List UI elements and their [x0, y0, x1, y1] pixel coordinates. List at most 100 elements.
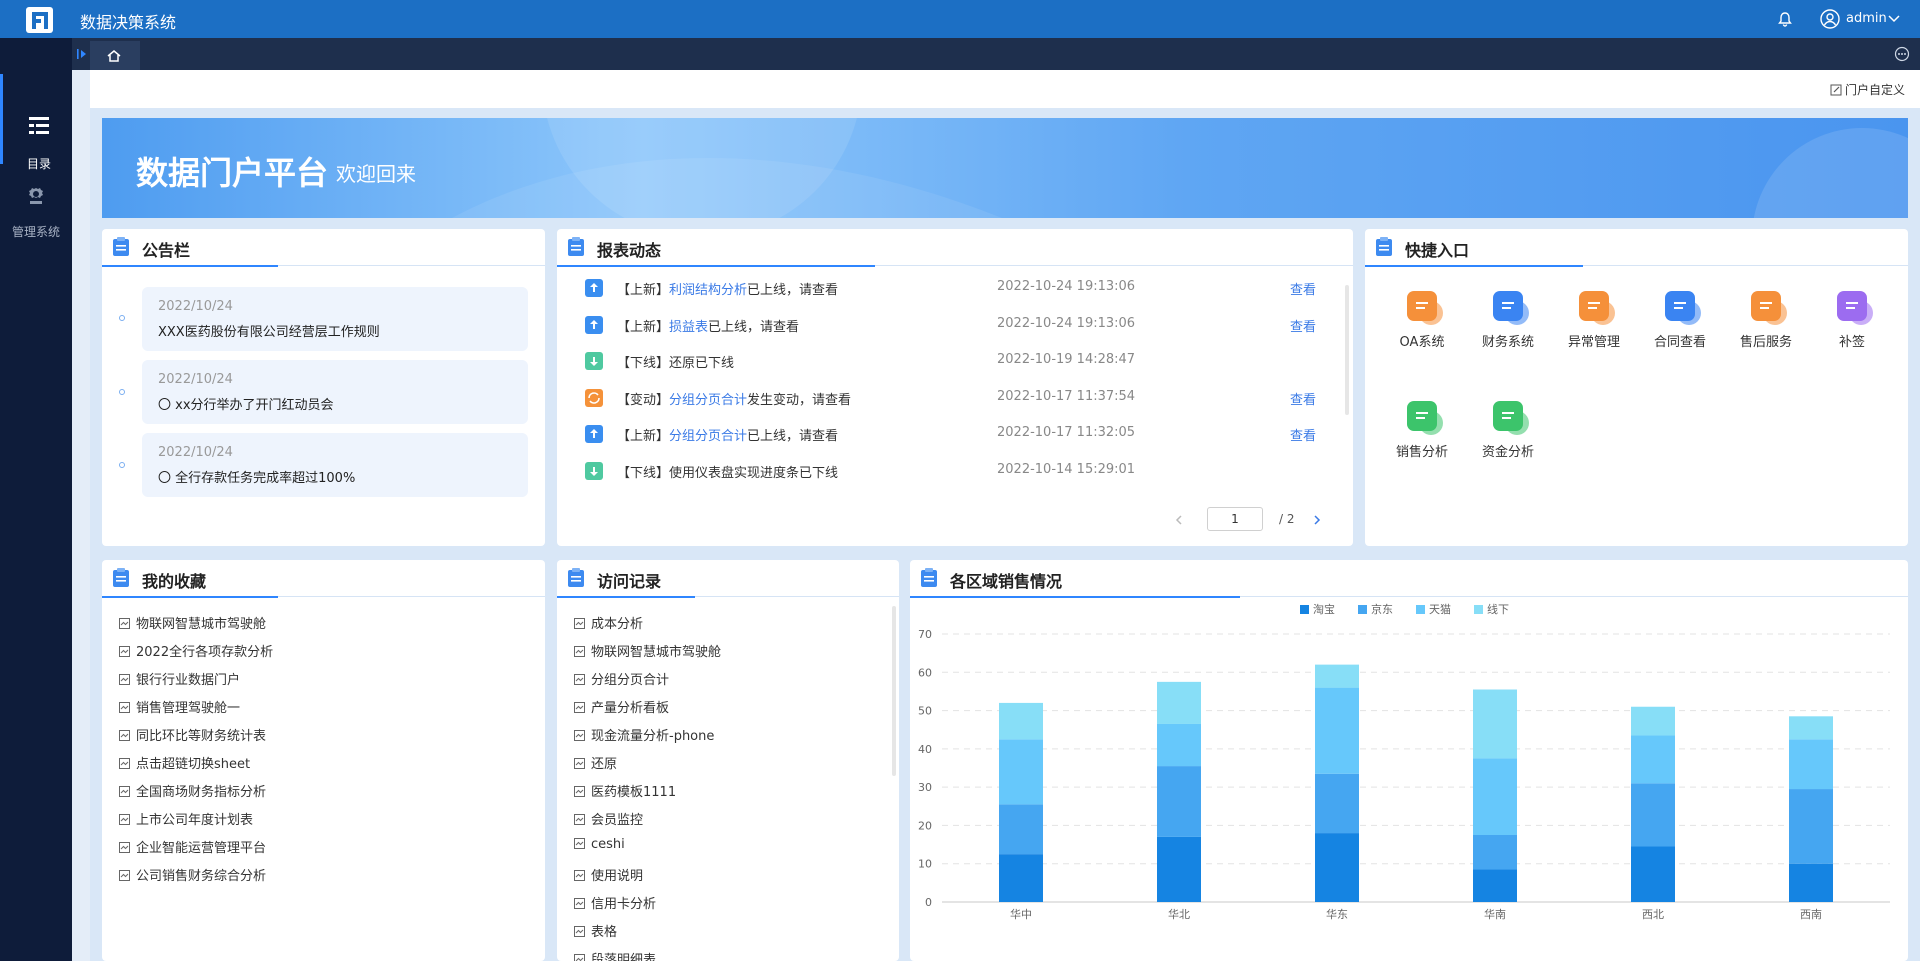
legend-item[interactable]: 天猫 — [1416, 603, 1451, 616]
x-tick-label: 华中 — [1010, 907, 1032, 921]
favorite-item[interactable]: 同比环比等财务统计表 — [119, 725, 266, 745]
visit-item[interactable]: 医药模板1111 — [574, 781, 676, 801]
panel-header: 公告栏 — [102, 229, 545, 267]
bar-segment[interactable] — [1789, 789, 1833, 864]
quick-entry-label: 异常管理 — [1567, 335, 1620, 350]
bar-segment[interactable] — [1789, 739, 1833, 790]
report-link[interactable]: 分组分页合计 — [669, 393, 747, 408]
quick-entry-sales[interactable]: 销售分析 — [1379, 401, 1465, 491]
favorite-item[interactable]: 上市公司年度计划表 — [119, 809, 253, 829]
view-link[interactable]: 查看 — [1290, 389, 1316, 408]
favorite-item[interactable]: 点击超链切换sheet — [119, 753, 250, 773]
bar-segment[interactable] — [1631, 735, 1675, 784]
more-options-icon[interactable] — [1894, 46, 1910, 62]
visit-item[interactable]: 产量分析看板 — [574, 697, 669, 717]
report-link[interactable]: 损益表 — [669, 320, 708, 335]
visit-item[interactable]: 还原 — [574, 753, 617, 773]
visit-item[interactable]: 使用说明 — [574, 865, 643, 885]
y-tick-label: 50 — [918, 705, 932, 718]
bar-segment[interactable] — [1315, 687, 1359, 774]
bar-segment[interactable] — [1631, 783, 1675, 847]
view-link[interactable]: 查看 — [1290, 279, 1316, 298]
report-link[interactable]: 分组分页合计 — [669, 429, 747, 444]
bar-segment[interactable] — [1157, 723, 1201, 767]
bar-segment[interactable] — [999, 702, 1043, 740]
bar-segment[interactable] — [1789, 863, 1833, 902]
panel-title: 快捷入口 — [1405, 241, 1470, 260]
bar-segment[interactable] — [1631, 706, 1675, 736]
legend-swatch — [1300, 605, 1309, 614]
visit-item[interactable]: 成本分析 — [574, 613, 643, 633]
quick-entry-resign[interactable]: 补签 — [1809, 291, 1895, 381]
scrollbar[interactable] — [1345, 285, 1349, 415]
update-tag: 【上新】 — [617, 283, 670, 298]
visit-item[interactable]: 信用卡分析 — [574, 893, 656, 913]
bar-segment[interactable] — [1157, 836, 1201, 902]
favorite-item[interactable]: 企业智能运营管理平台 — [119, 837, 266, 857]
bar-segment[interactable] — [1473, 689, 1517, 759]
expand-icon[interactable] — [74, 46, 90, 62]
bar-segment[interactable] — [1315, 773, 1359, 834]
favorite-label: 全国商场财务指标分析 — [136, 785, 267, 800]
favorite-item[interactable]: 销售管理驾驶舱一 — [119, 697, 240, 717]
bar-segment[interactable] — [1789, 716, 1833, 740]
favorite-item[interactable]: 公司销售财务综合分析 — [119, 865, 266, 885]
bar-segment[interactable] — [1631, 846, 1675, 902]
visit-item[interactable]: 分组分页合计 — [574, 669, 669, 689]
favorite-item[interactable]: 2022全行各项存款分析 — [119, 641, 273, 661]
quick-entry-finance[interactable]: 财务系统 — [1465, 291, 1551, 381]
user-avatar-icon[interactable] — [1820, 9, 1840, 29]
next-page-icon[interactable] — [1311, 514, 1323, 526]
favorite-label: 企业智能运营管理平台 — [136, 841, 267, 856]
favorite-item[interactable]: 银行行业数据门户 — [119, 669, 240, 689]
report-link[interactable]: 利润结构分析 — [669, 283, 747, 298]
nav-item-admin[interactable]: 管理系统 — [0, 184, 72, 274]
bar-segment[interactable] — [1157, 681, 1201, 724]
tab-home[interactable] — [90, 41, 140, 70]
view-link[interactable]: 查看 — [1290, 425, 1316, 444]
view-link[interactable]: 查看 — [1290, 316, 1316, 335]
announcement-item[interactable]: 2022/10/24 〇 全行存款任务完成率超过100% — [142, 433, 528, 497]
bar-segment[interactable] — [999, 739, 1043, 805]
update-suffix: 已上线，请查看 — [747, 429, 839, 445]
bell-icon[interactable] — [1777, 11, 1793, 27]
quick-entry-exception[interactable]: 异常管理 — [1551, 291, 1637, 381]
bar-segment[interactable] — [1473, 869, 1517, 902]
legend-item[interactable]: 淘宝 — [1300, 602, 1335, 616]
visit-item[interactable]: ceshi — [574, 837, 625, 857]
bar-segment[interactable] — [1473, 758, 1517, 835]
customize-portal-button[interactable]: 门户自定义 — [1830, 81, 1905, 98]
visit-item[interactable]: 表格 — [574, 921, 617, 941]
bar-segment[interactable] — [999, 854, 1043, 902]
quick-entry-contract[interactable]: 合同查看 — [1637, 291, 1723, 381]
nav-item-catalog[interactable]: 目录 — [0, 74, 72, 171]
legend-item[interactable]: 京东 — [1358, 602, 1393, 616]
scrollbar[interactable] — [892, 606, 896, 776]
favorite-item[interactable]: 全国商场财务指标分析 — [119, 781, 266, 801]
quick-entry-panel: 快捷入口 OA系统 财务系统 异常管理 合同查看 售后服务 补签销售分析 资金分析 — [1365, 229, 1908, 546]
announcement-item[interactable]: 2022/10/24 〇 xx分行举办了开门红动员会 — [142, 360, 528, 424]
page-input[interactable]: 1 — [1207, 507, 1263, 531]
quick-entry-service[interactable]: 售后服务 — [1723, 291, 1809, 381]
prev-page-icon[interactable] — [1173, 514, 1185, 526]
chevron-down-icon[interactable] — [1888, 14, 1900, 24]
legend-item[interactable]: 线下 — [1474, 602, 1509, 616]
visit-item[interactable]: 会员监控 — [574, 809, 643, 829]
quick-entry-fund[interactable]: 资金分析 — [1465, 401, 1551, 491]
visit-item[interactable]: 物联网智慧城市驾驶舱 — [574, 641, 721, 661]
x-tick-label: 华南 — [1484, 907, 1506, 921]
bar-segment[interactable] — [1315, 833, 1359, 902]
bar-segment[interactable] — [999, 804, 1043, 855]
favorite-label: 上市公司年度计划表 — [136, 813, 254, 828]
visit-item[interactable]: 段落明细表 — [574, 949, 656, 961]
app-logo-icon[interactable] — [26, 7, 53, 33]
visit-item[interactable]: 现金流量分析-phone — [574, 725, 714, 745]
favorite-item[interactable]: 物联网智慧城市驾驶舱 — [119, 613, 266, 633]
announcement-item[interactable]: 2022/10/24 XXX医药股份有限公司经营层工作规则 — [142, 287, 528, 351]
user-name[interactable]: admin — [1846, 11, 1887, 26]
x-tick-label: 西南 — [1800, 908, 1822, 921]
bar-segment[interactable] — [1473, 835, 1517, 870]
quick-entry-oa[interactable]: OA系统 — [1379, 291, 1465, 381]
bar-segment[interactable] — [1157, 766, 1201, 837]
bar-segment[interactable] — [1315, 664, 1359, 688]
